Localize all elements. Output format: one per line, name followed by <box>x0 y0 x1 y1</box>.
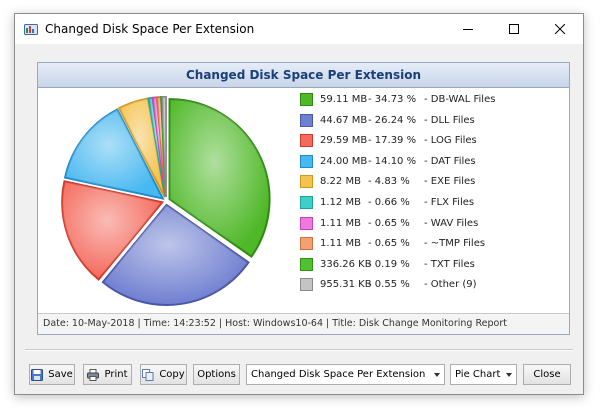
save-button[interactable]: Save <box>29 364 75 385</box>
close-window-button[interactable] <box>537 14 583 44</box>
legend-size: 59.11 MB <box>320 94 368 105</box>
legend-size: 24.00 MB <box>320 155 368 167</box>
legend-item: 59.11 MB - 34.73 % - DB-WAL Files <box>300 90 560 110</box>
maximize-icon <box>509 24 519 34</box>
close-label: Close <box>533 369 561 380</box>
legend-size: 1.12 MB <box>320 197 361 208</box>
window-title: Changed Disk Space Per Extension <box>45 22 255 36</box>
copy-icon <box>142 368 154 381</box>
status-bar: Date: 10-May-2018 | Time: 14:23:52 | Hos… <box>38 313 569 334</box>
legend-percent: - 34.73 % <box>368 94 417 105</box>
save-icon <box>31 368 44 381</box>
print-button[interactable]: Print <box>83 364 132 385</box>
legend-swatch <box>300 237 313 251</box>
legend-size: 1.11 MB <box>320 238 361 250</box>
legend-percent: - 0.66 % <box>368 197 410 208</box>
legend-extension: - DAT Files <box>424 155 476 167</box>
legend-extension: - FLX Files <box>424 197 475 208</box>
minimize-icon <box>463 29 473 30</box>
legend-percent: - 17.39 % <box>368 135 417 147</box>
legend-swatch <box>300 257 313 271</box>
legend-swatch <box>300 134 313 148</box>
legend-swatch <box>300 175 313 189</box>
chart-header: Changed Disk Space Per Extension <box>38 63 569 88</box>
chart-title: Changed Disk Space Per Extension <box>185 68 422 82</box>
legend-item: 1.11 MB - 0.65 % - ~TMP Files <box>300 234 560 254</box>
chevron-down-icon <box>506 373 512 377</box>
legend-extension: - DLL Files <box>424 114 475 126</box>
legend-item: 29.59 MB - 17.39 % - LOG Files <box>300 131 560 151</box>
legend-swatch <box>300 113 313 127</box>
copy-button[interactable]: Copy <box>140 364 187 385</box>
legend-extension: - WAV Files <box>424 217 479 229</box>
legend-percent: - 0.65 % <box>368 217 410 229</box>
legend-extension: - LOG Files <box>424 135 477 147</box>
legend-swatch <box>300 216 313 230</box>
legend-percent: - 0.65 % <box>368 238 410 250</box>
legend-item: 44.67 MB - 26.24 % - DLL Files <box>300 111 560 131</box>
chevron-down-icon <box>434 373 440 377</box>
legend-extension: - ~TMP Files <box>424 238 486 250</box>
legend-item: 336.26 KB - 0.19 % - TXT Files <box>300 255 560 275</box>
save-label: Save <box>48 369 73 380</box>
legend-swatch <box>300 196 313 209</box>
chart-panel: Changed Disk Space Per Extension 59.11 M… <box>37 62 570 335</box>
chart-type-select[interactable]: Pie Chart <box>450 364 517 385</box>
legend-percent: - 0.55 % <box>368 279 410 291</box>
legend-item: 24.00 MB - 14.10 % - DAT Files <box>300 152 560 172</box>
maximize-button[interactable] <box>491 14 537 44</box>
legend-swatch <box>300 154 313 168</box>
legend-extension: - Other (9) <box>424 279 477 291</box>
close-icon <box>555 24 565 34</box>
print-label: Print <box>104 369 128 380</box>
close-button[interactable]: Close <box>523 364 571 385</box>
chart-type-value: Pie Chart <box>455 369 501 380</box>
legend-item: 8.22 MB - 4.83 % - EXE Files <box>300 172 560 192</box>
report-type-select[interactable]: Changed Disk Space Per Extension <box>246 364 445 385</box>
legend-size: 336.26 KB <box>320 258 372 270</box>
legend-item: 1.12 MB - 0.66 % - FLX Files <box>300 193 560 213</box>
legend-swatch <box>300 93 313 106</box>
legend-percent: - 4.83 % <box>368 176 410 188</box>
minimize-button[interactable] <box>445 14 491 44</box>
printer-icon <box>87 368 100 381</box>
legend-percent: - 0.19 % <box>368 258 410 270</box>
legend-item: 955.31 KB - 0.55 % - Other (9) <box>300 275 560 295</box>
button-separator <box>25 349 573 351</box>
legend-extension: - DB-WAL Files <box>424 94 496 105</box>
legend-percent: - 14.10 % <box>368 155 417 167</box>
title-bar: Changed Disk Space Per Extension <box>15 14 583 44</box>
legend-size: 29.59 MB <box>320 135 368 147</box>
options-button[interactable]: Options <box>193 364 240 385</box>
legend-extension: - EXE Files <box>424 176 476 188</box>
legend-item: 1.11 MB - 0.65 % - WAV Files <box>300 214 560 234</box>
legend-size: 1.11 MB <box>320 217 361 229</box>
legend-size: 955.31 KB <box>320 279 372 291</box>
report-type-value: Changed Disk Space Per Extension <box>251 369 426 380</box>
app-window: Changed Disk Space Per Extension Changed… <box>14 13 584 395</box>
options-label: Options <box>197 369 236 380</box>
legend-size: 44.67 MB <box>320 114 368 126</box>
copy-label: Copy <box>159 369 185 380</box>
pie-chart <box>61 96 271 306</box>
legend-swatch <box>300 278 313 292</box>
legend-size: 8.22 MB <box>320 176 361 188</box>
legend-percent: - 26.24 % <box>368 114 417 126</box>
app-icon <box>24 24 38 35</box>
legend-extension: - TXT Files <box>424 258 475 270</box>
